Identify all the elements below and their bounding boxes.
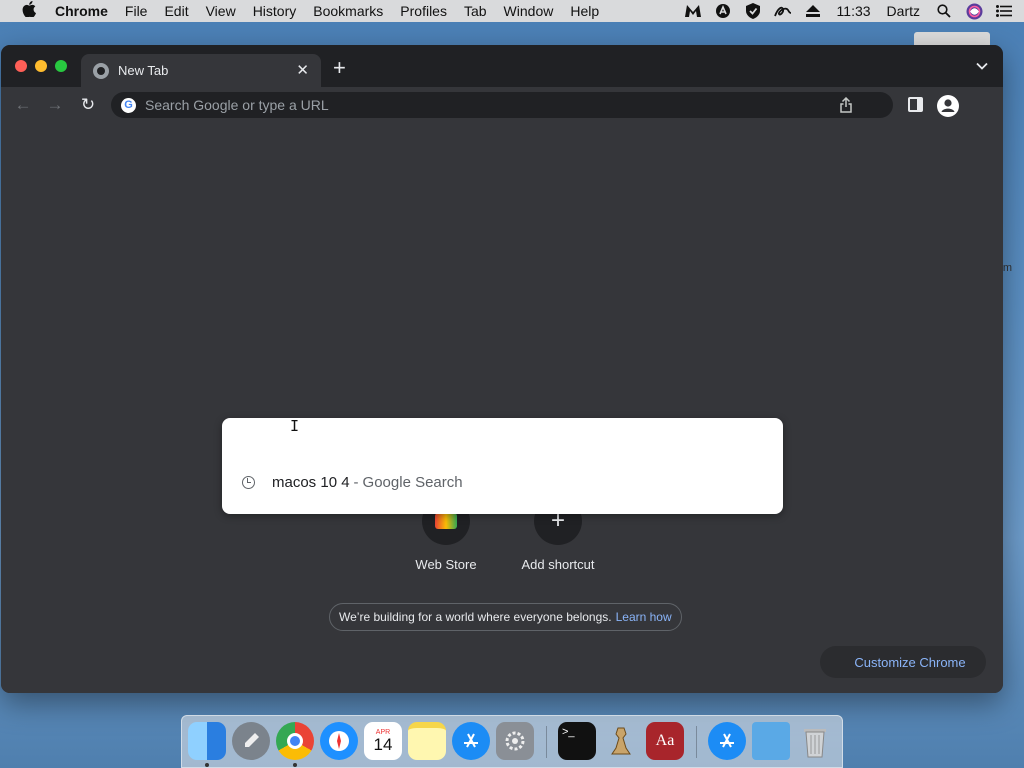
chevron-down-icon[interactable]: [975, 59, 989, 73]
menu-window[interactable]: Window: [504, 3, 554, 19]
trash-icon[interactable]: [796, 722, 834, 760]
new-tab-page: Web Store + Add shortcut We’re building …: [1, 123, 1003, 693]
menu-tab[interactable]: Tab: [464, 3, 487, 19]
menu-history[interactable]: History: [253, 3, 297, 19]
desktop-window-thumbnail: [914, 32, 990, 46]
menu-bookmarks[interactable]: Bookmarks: [313, 3, 383, 19]
menu-help[interactable]: Help: [570, 3, 599, 19]
menu-file[interactable]: File: [125, 3, 148, 19]
malwarebytes-icon[interactable]: [683, 3, 703, 19]
notes-icon[interactable]: [408, 722, 446, 760]
forward-button[interactable]: →: [45, 95, 65, 115]
minimize-window-button[interactable]: [35, 60, 47, 72]
calendar-day: 14: [373, 735, 393, 754]
zoom-window-button[interactable]: [55, 60, 67, 72]
folder-icon[interactable]: [752, 722, 790, 760]
close-window-button[interactable]: [15, 60, 27, 72]
app-store-folder-icon[interactable]: [708, 722, 746, 760]
side-panel-icon[interactable]: [908, 97, 923, 112]
history-clock-icon: [242, 476, 255, 489]
address-bar-placeholder: Search Google or type a URL: [145, 97, 329, 113]
apple-icon[interactable]: [18, 1, 40, 21]
tab-new-tab[interactable]: New Tab ✕: [81, 54, 321, 87]
shortcut-label: Web Store: [415, 557, 477, 572]
siri-icon[interactable]: [964, 3, 984, 19]
menu-app-chrome[interactable]: Chrome: [55, 3, 108, 19]
menubar-clock[interactable]: 11:33: [837, 3, 871, 19]
toolbar: ← → ↻ G Search Google or type a URL: [1, 87, 1003, 123]
safari-icon[interactable]: [320, 722, 358, 760]
new-tab-button[interactable]: +: [333, 57, 346, 79]
finder-icon[interactable]: [188, 722, 226, 760]
menubar-user[interactable]: Dartz: [887, 3, 920, 19]
app-store-icon[interactable]: [452, 722, 490, 760]
dock-separator: [546, 726, 547, 758]
dock: APR 14 >_ Aa: [181, 715, 843, 768]
signature-icon[interactable]: [773, 3, 793, 19]
reload-button[interactable]: ↻: [78, 95, 98, 115]
customize-chrome-button[interactable]: Customize Chrome: [820, 646, 986, 678]
launchpad-icon[interactable]: [232, 722, 270, 760]
menu-profiles[interactable]: Profiles: [400, 3, 447, 19]
control-center-icon[interactable]: [994, 3, 1014, 19]
calendar-icon[interactable]: APR 14: [364, 722, 402, 760]
omnibox-suggestion-popup: macos 10 4 - Google Search: [222, 418, 783, 514]
back-button[interactable]: ←: [13, 95, 33, 115]
desktop-edge-text: m: [1002, 262, 1012, 274]
shortcut-label: Add shortcut: [521, 557, 595, 572]
belong-text: We’re building for a world where everyon…: [339, 610, 612, 624]
shield-check-icon[interactable]: [743, 3, 763, 19]
adguard-icon[interactable]: [713, 3, 733, 19]
menu-view[interactable]: View: [206, 3, 236, 19]
chess-icon[interactable]: [602, 722, 640, 760]
google-g-icon: G: [121, 97, 136, 113]
system-preferences-icon[interactable]: [496, 722, 534, 760]
suggestion-separator: -: [353, 474, 359, 491]
status-area: 11:33 Dartz: [683, 0, 1024, 22]
learn-how-link[interactable]: Learn how: [616, 610, 672, 624]
menu-bar: Chrome File Edit View History Bookmarks …: [0, 0, 1024, 22]
dock-separator: [696, 726, 697, 758]
eject-icon[interactable]: [803, 3, 823, 19]
chrome-running-dot: [293, 763, 297, 767]
search-icon[interactable]: [934, 3, 954, 19]
share-icon[interactable]: [839, 96, 853, 113]
suggestion-provider: Google Search: [362, 474, 463, 491]
profile-avatar-icon[interactable]: [937, 95, 959, 117]
menu-edit[interactable]: Edit: [164, 3, 188, 19]
dictionary-icon[interactable]: Aa: [646, 722, 684, 760]
chrome-window: New Tab ✕ + ← → ↻ G Search Google or typ…: [1, 45, 1003, 693]
tab-close-icon[interactable]: ✕: [296, 61, 309, 79]
text-cursor-icon: I: [290, 417, 300, 435]
belong-message: We’re building for a world where everyon…: [329, 603, 682, 631]
suggestion-query: macos 10 4: [272, 474, 350, 491]
tab-title: New Tab: [118, 63, 169, 78]
address-bar[interactable]: G Search Google or type a URL: [111, 92, 893, 118]
chrome-favicon-icon: [93, 62, 109, 79]
terminal-icon[interactable]: >_: [558, 722, 596, 760]
suggestion-row[interactable]: macos 10 4 - Google Search: [242, 474, 463, 491]
tab-strip: New Tab ✕ +: [1, 45, 1003, 87]
chrome-icon[interactable]: [276, 722, 314, 760]
finder-running-dot: [205, 763, 209, 767]
